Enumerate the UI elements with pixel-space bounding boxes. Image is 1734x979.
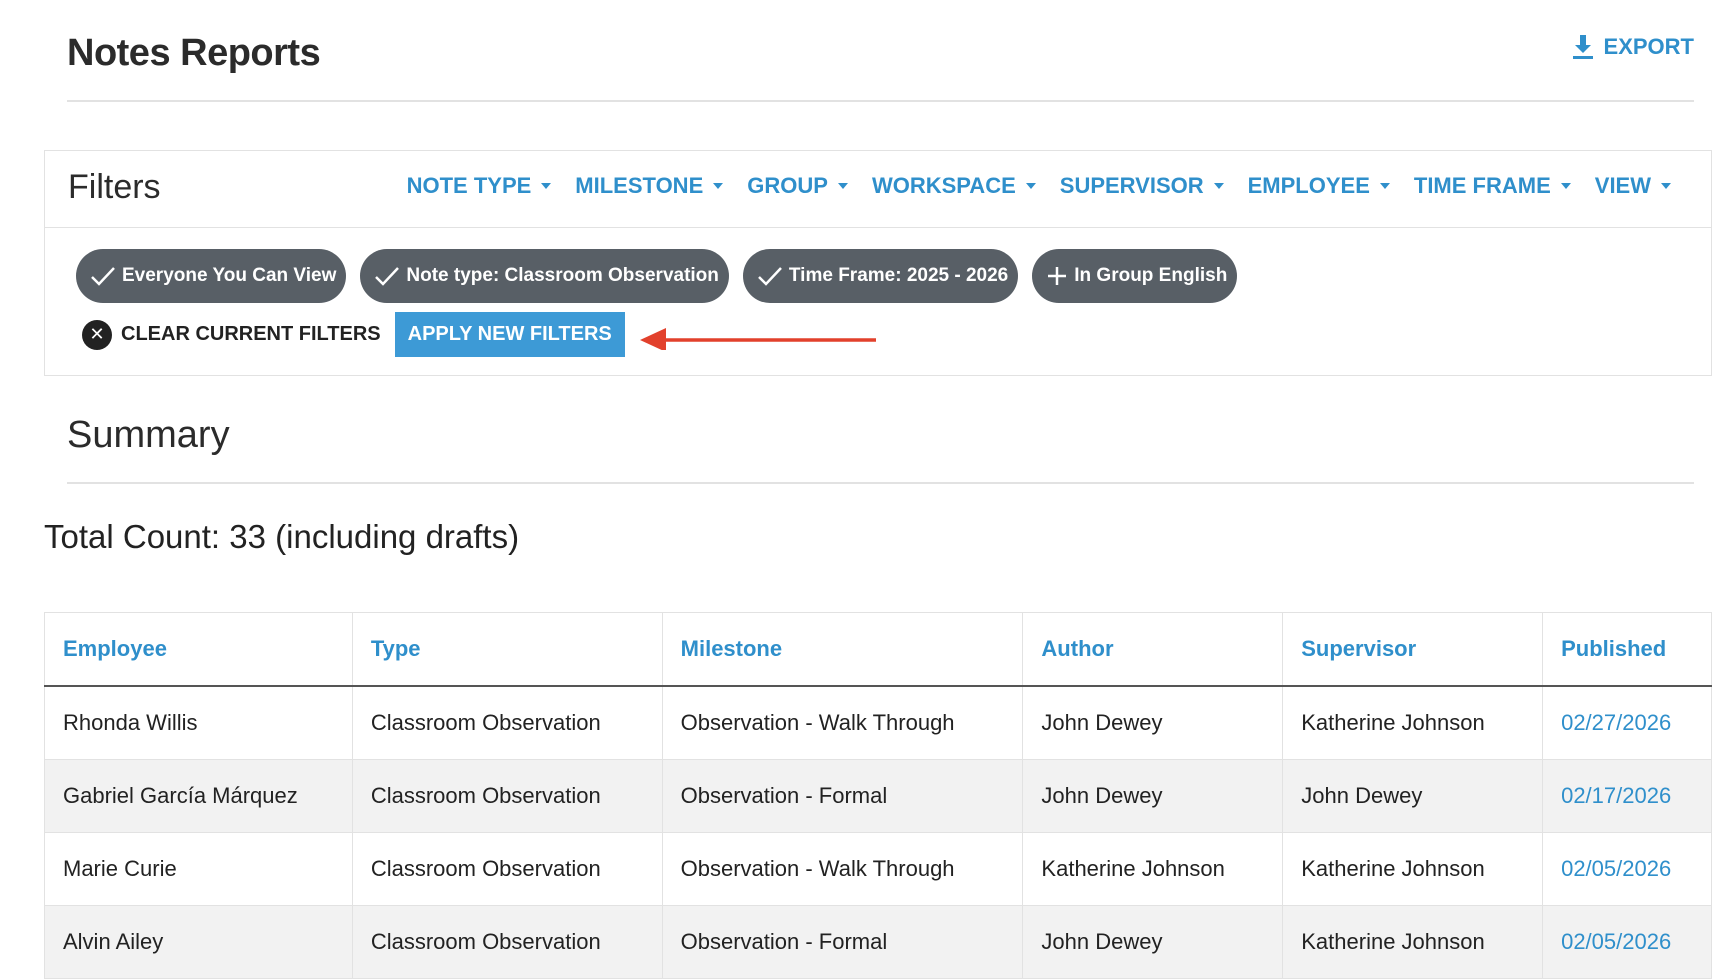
page-header: Notes Reports EXPORT xyxy=(67,28,1694,102)
filter-workspace-dropdown[interactable]: WORKSPACE xyxy=(872,173,1036,199)
table-row: Alvin Ailey Classroom Observation Observ… xyxy=(44,905,1712,979)
cell-milestone: Observation - Formal xyxy=(661,759,1024,833)
table-row: Gabriel García Márquez Classroom Observa… xyxy=(44,759,1712,833)
cell-supervisor: Katherine Johnson xyxy=(1282,905,1544,979)
total-count: Total Count: 33 (including drafts) xyxy=(44,518,520,555)
filter-time-frame-dropdown[interactable]: TIME FRAME xyxy=(1414,173,1571,199)
cell-supervisor: Katherine Johnson xyxy=(1282,685,1544,760)
filter-note-type-dropdown[interactable]: NOTE TYPE xyxy=(407,173,552,199)
cell-type: Classroom Observation xyxy=(351,832,663,906)
filter-employee-dropdown[interactable]: EMPLOYEE xyxy=(1248,173,1390,199)
page-title: Notes Reports xyxy=(67,32,321,74)
filters-title: Filters xyxy=(68,168,161,206)
caret-down-icon xyxy=(1661,183,1671,189)
download-icon xyxy=(1572,35,1593,59)
column-header-milestone[interactable]: Milestone xyxy=(661,612,1024,687)
cell-author: John Dewey xyxy=(1022,685,1284,760)
table-header-row: Employee Type Milestone Author Superviso… xyxy=(44,612,1712,687)
check-icon xyxy=(91,267,115,286)
clear-filters-button[interactable]: ✕ CLEAR CURRENT FILTERS xyxy=(82,319,381,350)
caret-down-icon xyxy=(1025,183,1036,189)
column-header-published[interactable]: Published xyxy=(1542,612,1712,687)
cell-supervisor: John Dewey xyxy=(1282,759,1544,833)
column-header-supervisor[interactable]: Supervisor xyxy=(1282,612,1544,687)
summary-title: Summary xyxy=(67,414,230,456)
cell-employee: Rhonda Willis xyxy=(44,685,353,760)
filter-group-dropdown[interactable]: GROUP xyxy=(747,173,848,199)
column-header-author[interactable]: Author xyxy=(1022,612,1284,687)
column-header-type[interactable]: Type xyxy=(351,612,663,687)
caret-down-icon xyxy=(1379,183,1390,189)
caret-down-icon xyxy=(713,183,724,189)
cell-employee: Marie Curie xyxy=(44,832,353,906)
cell-milestone: Observation - Formal xyxy=(661,905,1024,979)
filter-view-dropdown[interactable]: VIEW xyxy=(1595,173,1671,199)
summary-header: Summary xyxy=(67,408,1694,484)
cell-type: Classroom Observation xyxy=(351,759,663,833)
filter-milestone-dropdown[interactable]: MILESTONE xyxy=(575,173,724,199)
active-filter-chips: Everyone You Can View Note type: Classro… xyxy=(76,249,1251,303)
cell-supervisor: Katherine Johnson xyxy=(1282,832,1544,906)
cell-employee: Alvin Ailey xyxy=(44,905,353,979)
column-header-employee[interactable]: Employee xyxy=(44,612,353,687)
caret-down-icon xyxy=(837,183,848,189)
annotation-arrow-icon xyxy=(640,328,876,350)
caret-down-icon xyxy=(1560,183,1571,189)
table-row: Rhonda Willis Classroom Observation Obse… xyxy=(44,685,1712,760)
cell-published-link[interactable]: 02/05/2026 xyxy=(1542,832,1712,906)
filter-chip-time-frame[interactable]: Time Frame: 2025 - 2026 xyxy=(742,249,1019,303)
cell-milestone: Observation - Walk Through xyxy=(661,685,1024,760)
export-label: EXPORT xyxy=(1603,34,1694,59)
cell-employee: Gabriel García Márquez xyxy=(44,759,353,833)
check-icon xyxy=(758,267,782,286)
filter-supervisor-dropdown[interactable]: SUPERVISOR xyxy=(1060,173,1224,199)
cell-type: Classroom Observation xyxy=(351,685,663,760)
filter-chip-group[interactable]: In Group English xyxy=(1032,249,1238,303)
cell-type: Classroom Observation xyxy=(351,905,663,979)
cell-published-link[interactable]: 02/17/2026 xyxy=(1542,759,1712,833)
caret-down-icon xyxy=(541,183,552,189)
table-row: Marie Curie Classroom Observation Observ… xyxy=(44,832,1712,906)
filter-chip-everyone[interactable]: Everyone You Can View xyxy=(76,249,347,303)
filter-chip-note-type[interactable]: Note type: Classroom Observation xyxy=(360,249,729,303)
cell-author: Katherine Johnson xyxy=(1022,832,1284,906)
cell-author: John Dewey xyxy=(1022,759,1284,833)
filters-header: Filters NOTE TYPE MILESTONE GROUP WORKSP… xyxy=(45,151,1711,228)
close-circle-icon: ✕ xyxy=(82,319,112,350)
notes-table: Employee Type Milestone Author Superviso… xyxy=(44,612,1712,979)
export-button[interactable]: EXPORT xyxy=(1572,34,1694,60)
check-icon xyxy=(375,267,400,286)
apply-filters-button[interactable]: APPLY NEW FILTERS xyxy=(394,312,625,357)
cell-author: John Dewey xyxy=(1022,905,1284,979)
cell-published-link[interactable]: 02/27/2026 xyxy=(1542,685,1712,760)
cell-published-link[interactable]: 02/05/2026 xyxy=(1542,905,1712,979)
filter-actions: ✕ CLEAR CURRENT FILTERS APPLY NEW FILTER… xyxy=(82,312,625,357)
plus-icon xyxy=(1048,267,1067,285)
caret-down-icon xyxy=(1213,183,1224,189)
cell-milestone: Observation - Walk Through xyxy=(661,832,1024,906)
filter-menu: NOTE TYPE MILESTONE GROUP WORKSPACE SUPE… xyxy=(383,173,1671,199)
